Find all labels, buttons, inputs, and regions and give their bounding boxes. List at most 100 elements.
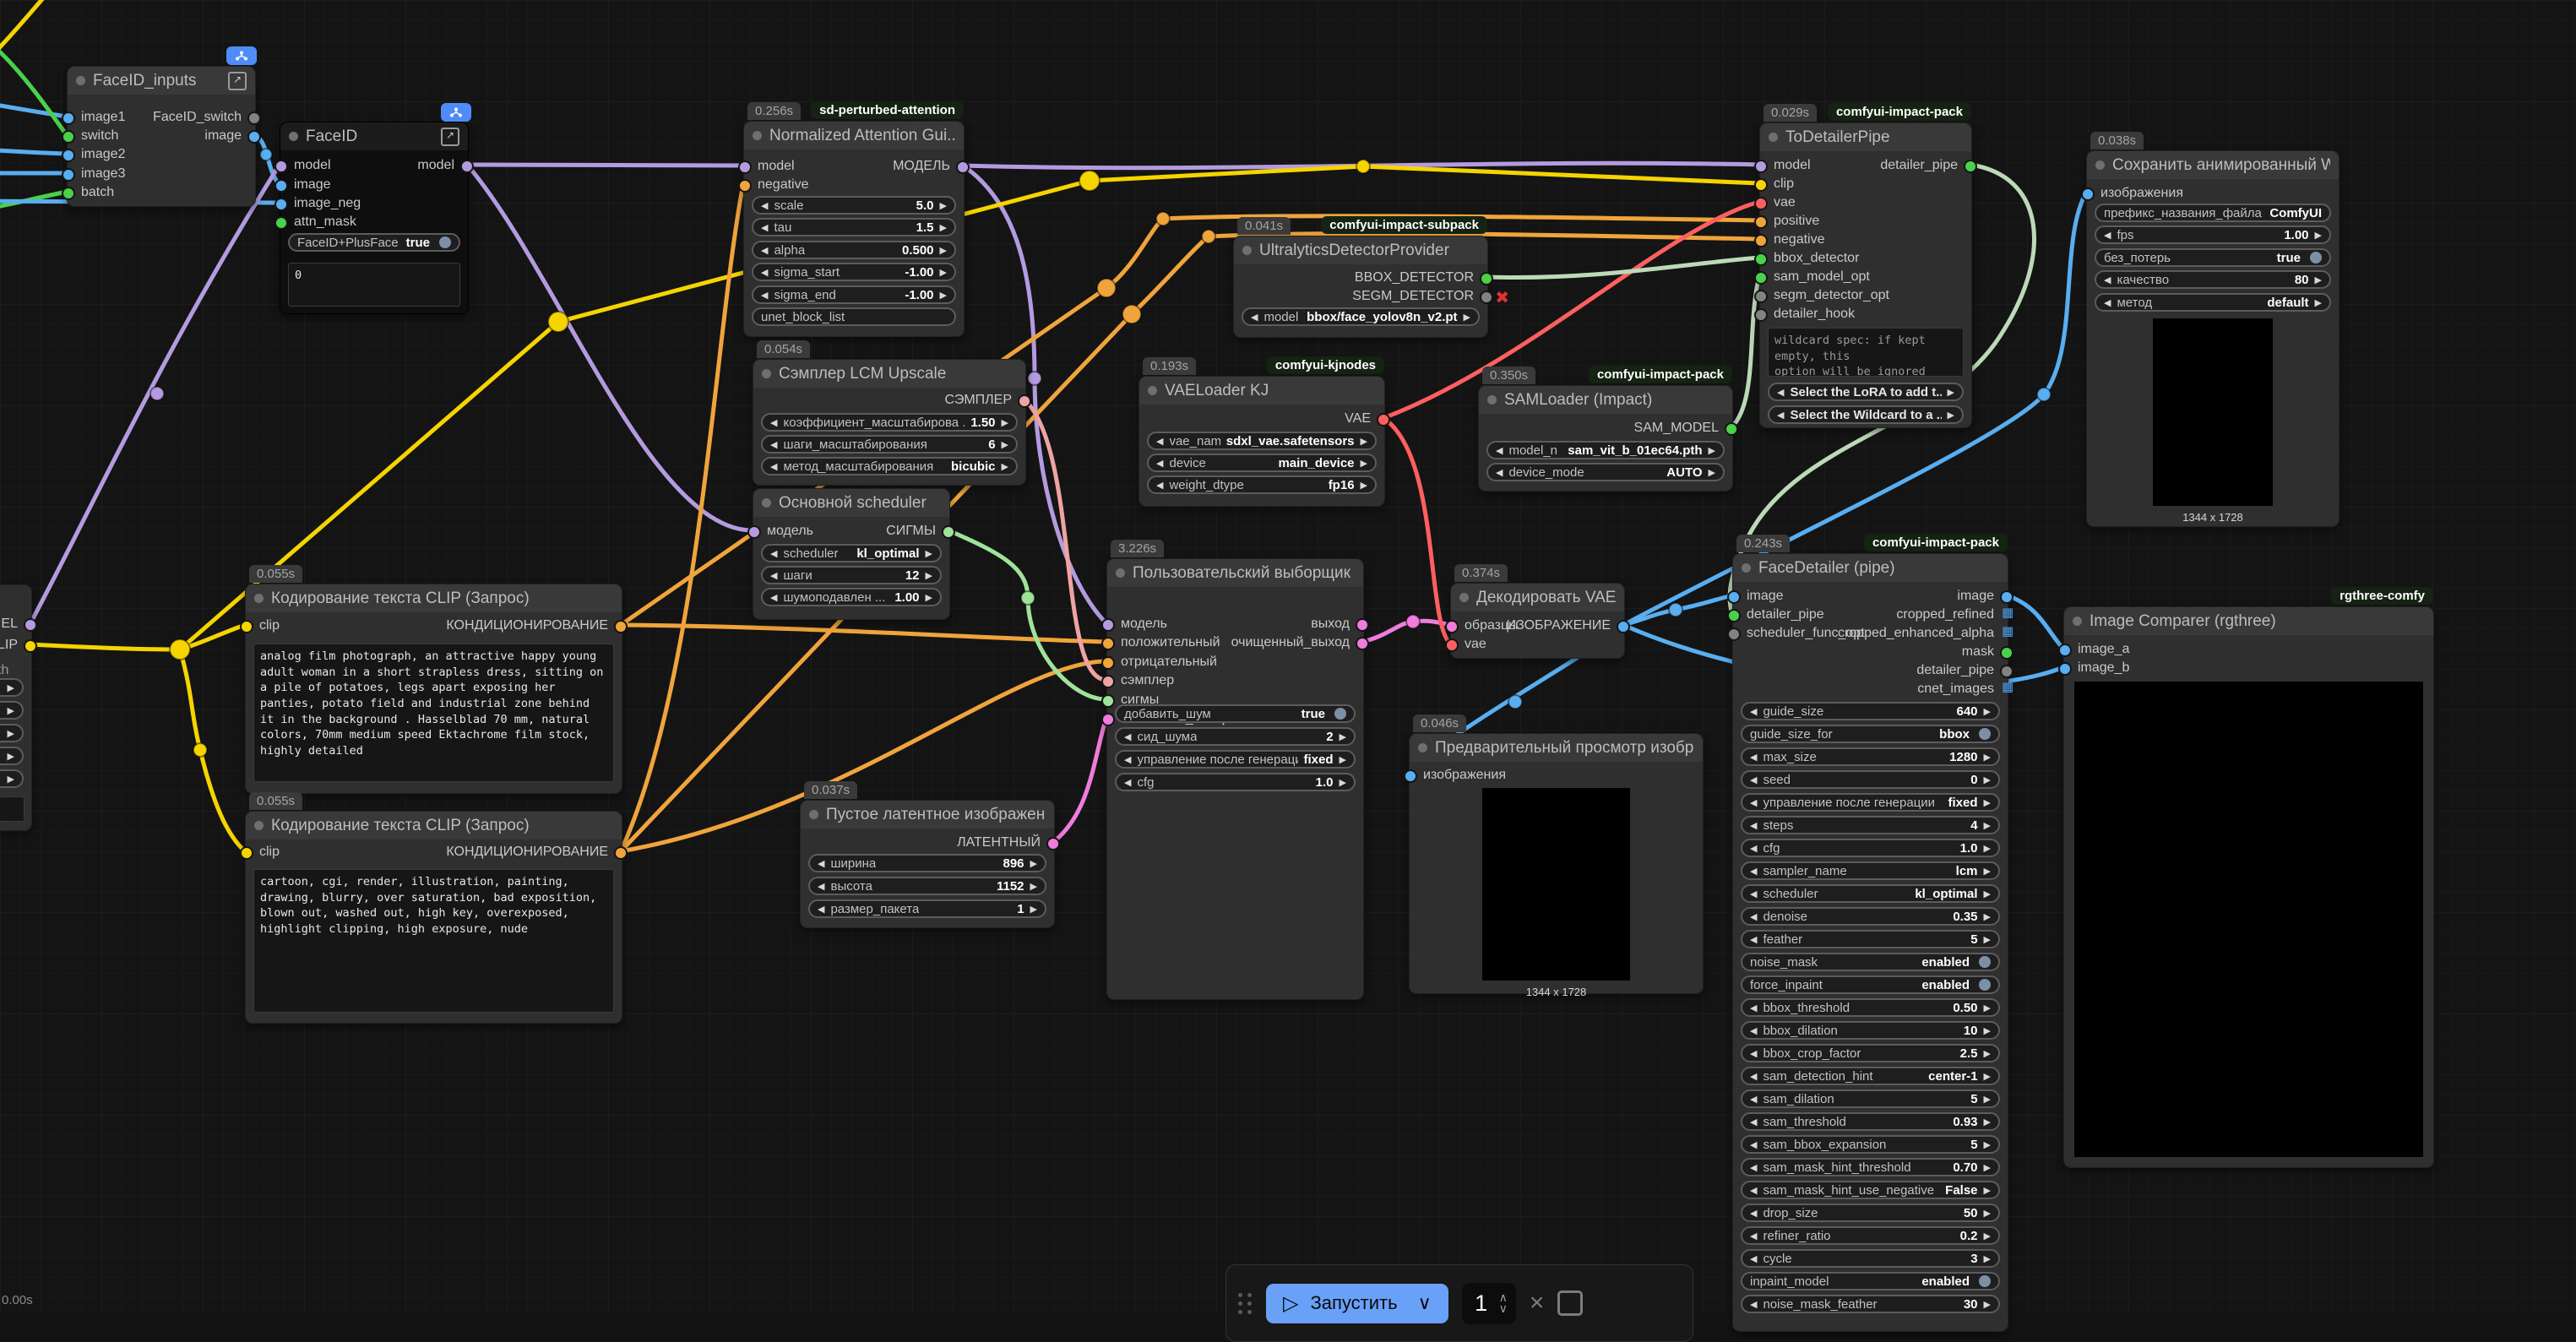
widget-decrement-icon[interactable]: ◀ — [1750, 1071, 1757, 1082]
widget-decrement-icon[interactable]: ◀ — [1750, 1299, 1757, 1310]
widget-increment-icon[interactable]: ▶ — [1984, 888, 1991, 899]
toggle-icon[interactable] — [1334, 708, 1346, 720]
widget-sigma_end[interactable]: ◀sigma_end-1.00▶ — [752, 285, 956, 304]
widget-decrement-icon[interactable]: ◀ — [770, 548, 777, 559]
widget-increment-icon[interactable]: ▶ — [8, 751, 14, 762]
widget-guide_size_for[interactable]: guide_size_forbbox — [1741, 725, 2000, 743]
widget-cfg[interactable]: ◀cfg1.0▶ — [1741, 839, 2000, 857]
basic-scheduler-node[interactable]: Основной schedulerмодельСИГМЫ◀schedulerk… — [753, 488, 950, 620]
node-header[interactable]: Сохранить анимированный W... — [2087, 151, 2339, 179]
widget-decrement-icon[interactable]: ◀ — [770, 439, 777, 450]
node-header[interactable]: Пустое латентное изображение — [801, 801, 1054, 829]
port-МОДЕЛЬ[interactable] — [956, 160, 970, 174]
widget-шумоподавлен ...[interactable]: ◀шумоподавлен ...1.00▶ — [761, 588, 942, 606]
widget-increment-icon[interactable]: ▶ — [2315, 274, 2322, 285]
port-VAE[interactable] — [1377, 413, 1390, 427]
vae-loader-kj-node[interactable]: VAELoader KJ0.193scomfyui-kjnodesVAE◀vae… — [1139, 376, 1385, 507]
port-образцы[interactable] — [1445, 620, 1459, 633]
widget-stub[interactable]: ◀▶ — [0, 678, 24, 697]
port-negative[interactable] — [1754, 234, 1768, 247]
batch-count-box[interactable]: 1 ∧ ∨ — [1462, 1283, 1516, 1324]
widget-decrement-icon[interactable]: ◀ — [1750, 888, 1757, 899]
widget-decrement-icon[interactable]: ◀ — [1251, 312, 1258, 323]
port-detailer_pipe[interactable] — [1964, 160, 1977, 173]
faceid-node[interactable]: FaceID↗modelimageimage_negattn_maskmodel… — [280, 122, 469, 314]
widget-increment-icon[interactable]: ▶ — [1030, 881, 1037, 892]
toggle-icon[interactable] — [439, 236, 451, 248]
widget-шаги[interactable]: ◀шаги12▶ — [761, 566, 942, 584]
collapse-dot-icon[interactable] — [1742, 563, 1751, 573]
toggle-icon[interactable] — [1979, 1275, 1991, 1287]
widget-increment-icon[interactable]: ▶ — [1984, 1071, 1991, 1082]
port-изображения[interactable] — [2081, 187, 2095, 201]
widget-increment-icon[interactable]: ▶ — [1984, 1162, 1991, 1173]
widget-increment-icon[interactable]: ▶ — [1984, 866, 1991, 877]
widget-increment-icon[interactable]: ▶ — [1984, 1117, 1991, 1127]
widget-increment-icon[interactable]: ▶ — [1984, 752, 1991, 763]
widget-sam_bbox_expansion[interactable]: ◀sam_bbox_expansion5▶ — [1741, 1135, 2000, 1154]
widget-decrement-icon[interactable]: ◀ — [818, 904, 824, 915]
port-EL[interactable] — [24, 618, 37, 632]
widget-increment-icon[interactable]: ▶ — [1948, 387, 1954, 398]
collapse-dot-icon[interactable] — [254, 594, 264, 603]
left-truncated-loader-node[interactable]: omfyELLIP◀▶◀▶◀▶◀▶◀▶th — [0, 584, 32, 831]
widget-increment-icon[interactable]: ▶ — [1984, 1048, 1991, 1059]
port-image1[interactable] — [62, 111, 75, 125]
expand-icon[interactable]: ↗ — [441, 128, 459, 146]
node-header[interactable]: FaceID↗ — [280, 122, 468, 150]
port-КОНДИЦИОНИРОВАНИЕ[interactable] — [614, 846, 628, 860]
port-model[interactable] — [738, 160, 752, 174]
widget-tau[interactable]: ◀tau1.5▶ — [752, 218, 956, 236]
toggle-icon[interactable] — [1979, 979, 1991, 991]
widget-increment-icon[interactable]: ▶ — [1002, 461, 1008, 472]
widget-fps[interactable]: ◀fps1.00▶ — [2095, 225, 2331, 244]
widget-decrement-icon[interactable]: ◀ — [770, 592, 777, 603]
node-header[interactable]: Кодирование текста CLIP (Запрос) — [246, 584, 622, 612]
vae-decode-node[interactable]: Декодировать VAE0.374sобразцыvaeИЗОБРАЖЕ… — [1450, 583, 1625, 659]
widget-increment-icon[interactable]: ▶ — [1984, 774, 1991, 785]
port-clip[interactable] — [240, 620, 253, 633]
widget-cycle[interactable]: ◀cycle3▶ — [1741, 1249, 2000, 1268]
collapse-dot-icon[interactable] — [762, 498, 771, 508]
workflow-icon[interactable] — [226, 46, 257, 65]
widget-stub[interactable]: ◀▶ — [0, 747, 24, 765]
node-header[interactable]: Пользовательский выборщик — [1107, 559, 1363, 587]
widget-model ...[interactable]: ◀model ...bbox/face_yolov8n_v2.pt▶ — [1242, 307, 1480, 326]
port-СЭМПЛЕР[interactable] — [1018, 394, 1031, 408]
widget-drop_size[interactable]: ◀drop_size50▶ — [1741, 1203, 2000, 1222]
port-negative[interactable] — [738, 179, 752, 193]
widget-decrement-icon[interactable]: ◀ — [1750, 1139, 1757, 1150]
port-изображения[interactable] — [1404, 769, 1417, 783]
port-FaceID_switch[interactable] — [247, 111, 261, 125]
widget-device[interactable]: ◀devicemain_device▶ — [1147, 454, 1377, 472]
workflow-icon[interactable] — [441, 103, 471, 122]
widget-метод_масштабирования[interactable]: ◀метод_масштабированияbicubic▶ — [761, 457, 1018, 475]
port-ИЗОБРАЖЕНИЕ[interactable] — [1617, 620, 1630, 633]
widget-increment-icon[interactable]: ▶ — [1464, 312, 1470, 323]
widget-decrement-icon[interactable]: ◀ — [1750, 820, 1757, 831]
node-header[interactable]: VAELoader KJ — [1139, 377, 1384, 405]
widget-decrement-icon[interactable]: ◀ — [761, 245, 768, 256]
custom-sampler-node[interactable]: Пользовательский выборщик3.226sмодельпол… — [1106, 558, 1364, 1000]
port-латентное_изображение[interactable] — [1101, 713, 1115, 726]
widget-denoise[interactable]: ◀denoise0.35▶ — [1741, 907, 2000, 926]
widget-шаги_масштабирования[interactable]: ◀шаги_масштабирования6▶ — [761, 435, 1018, 454]
port-cropped_refined[interactable]: ▦ — [2002, 608, 2014, 621]
widget-increment-icon[interactable]: ▶ — [940, 200, 947, 211]
collapse-dot-icon[interactable] — [1242, 246, 1252, 255]
widget-decrement-icon[interactable]: ◀ — [1124, 777, 1131, 788]
to-detailer-pipe-node[interactable]: ToDetailerPipe0.029scomfyui-impact-packm… — [1759, 122, 1972, 428]
widget-scheduler[interactable]: ◀schedulerkl_optimal▶ — [1741, 884, 2000, 903]
port-image_neg[interactable] — [274, 198, 288, 211]
widget-sam_detection_hint[interactable]: ◀sam_detection_hintcenter-1▶ — [1741, 1067, 2000, 1085]
port-batch[interactable] — [62, 187, 75, 200]
collapse-dot-icon[interactable] — [762, 369, 771, 378]
widget-decrement-icon[interactable]: ◀ — [1750, 1162, 1757, 1173]
widget-increment-icon[interactable]: ▶ — [1984, 706, 1991, 717]
port-detailer_pipe[interactable] — [1727, 609, 1741, 622]
widget-коэффициент_масштабирова ...[interactable]: ◀коэффициент_масштабирова ...1.50▶ — [761, 413, 1018, 432]
widget-decrement-icon[interactable]: ◀ — [2104, 230, 2111, 241]
widget-sigma_start[interactable]: ◀sigma_start-1.00▶ — [752, 263, 956, 281]
port-image[interactable] — [247, 130, 261, 144]
widget-increment-icon[interactable]: ▶ — [1002, 417, 1008, 428]
